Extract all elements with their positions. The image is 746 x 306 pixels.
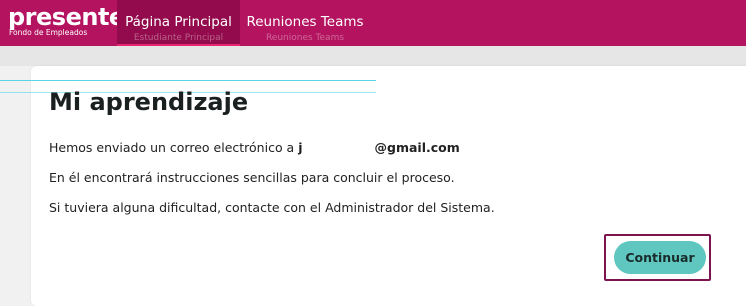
- brand-name: presente: [8, 3, 125, 31]
- instructions-text: En él encontrará instrucciones sencillas…: [49, 170, 455, 185]
- header-shadow-strip: [0, 46, 746, 66]
- nav-tab-sublabel: Estudiante Principal: [133, 33, 224, 43]
- nav-tab-label: Página Principal: [125, 14, 232, 30]
- help-text: Si tuviera alguna dificultad, contacte c…: [49, 200, 495, 215]
- email-address-domain: @gmail.com: [374, 140, 460, 155]
- nav-tab-sublabel: Reuniones Teams: [265, 33, 345, 43]
- email-sent-message: Hemos enviado un correo electrónico a j @…: [49, 140, 460, 156]
- nav-tab-pagina-principal[interactable]: Página Principal Estudiante Principal: [117, 0, 240, 46]
- brand-logo[interactable]: presente Fondo de Empleados: [8, 4, 125, 42]
- continue-button[interactable]: Continuar: [614, 241, 706, 274]
- redacted-email-part: [303, 140, 375, 152]
- nav-tab-reuniones-teams[interactable]: Reuniones Teams Reuniones Teams: [244, 0, 366, 46]
- page-title: Mi aprendizaje: [49, 88, 249, 116]
- divider-line: [0, 80, 376, 81]
- brand-tagline: Fondo de Empleados: [9, 28, 88, 37]
- email-message-text: Hemos enviado un correo electrónico a: [49, 140, 299, 155]
- nav-tab-label: Reuniones Teams: [246, 14, 364, 30]
